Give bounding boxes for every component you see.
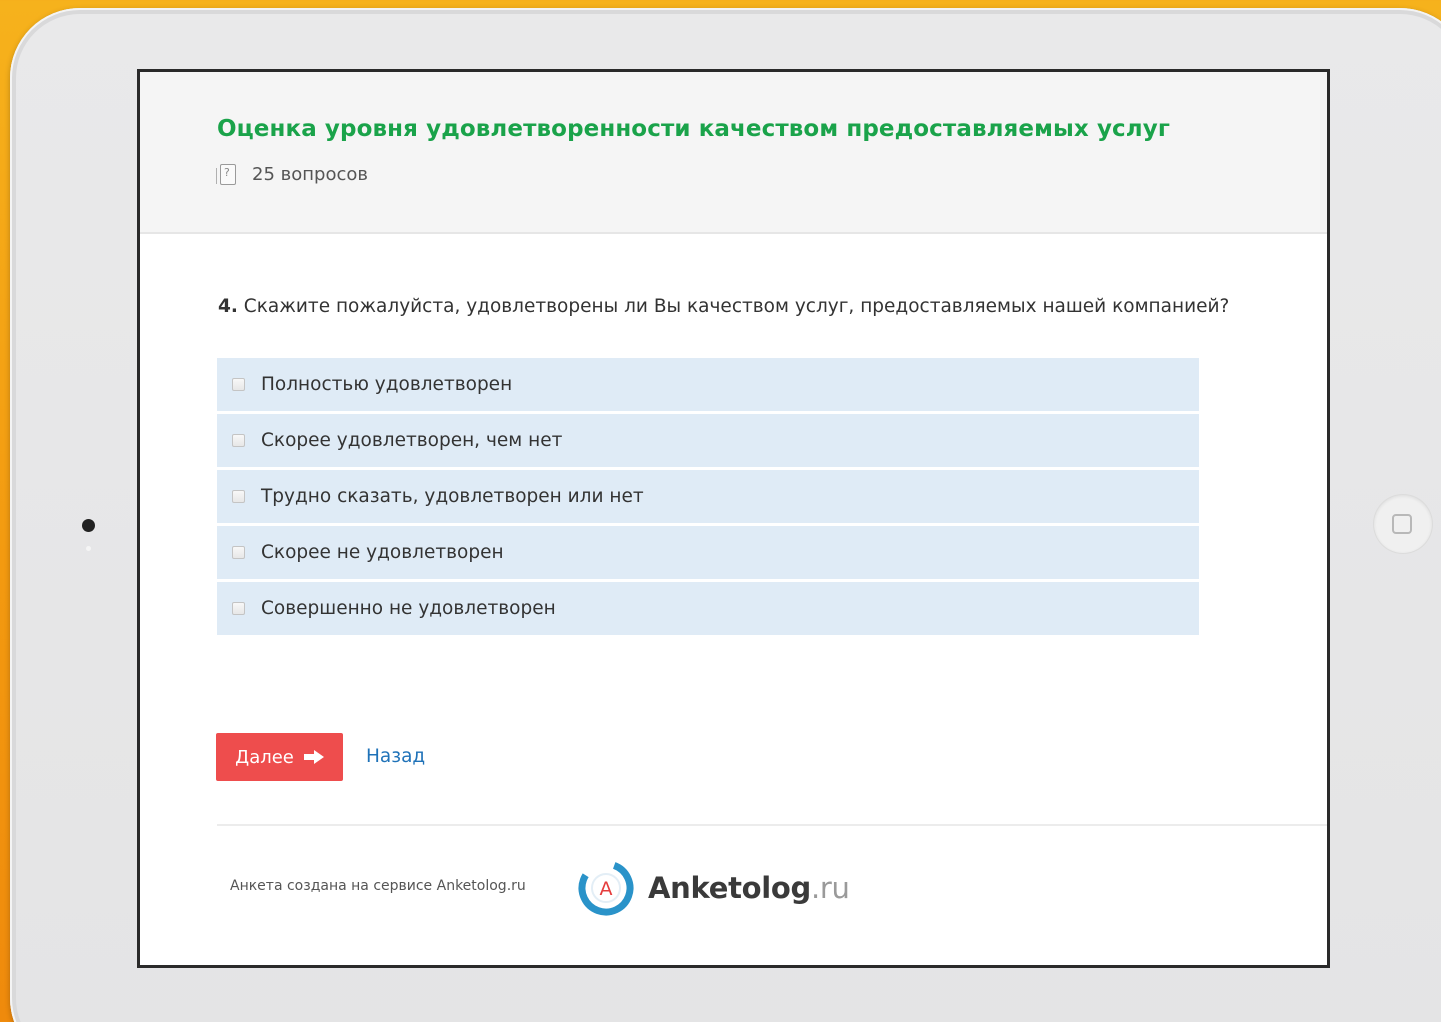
anketolog-logo-icon: A <box>578 860 634 916</box>
answer-checkbox[interactable] <box>232 434 245 447</box>
answer-option[interactable]: Совершенно не удовлетворен <box>217 582 1199 635</box>
answer-option[interactable]: Полностью удовлетворен <box>217 358 1199 411</box>
question-count-label: 25 вопросов <box>252 164 368 185</box>
answer-option[interactable]: Скорее удовлетворен, чем нет <box>217 414 1199 467</box>
answer-option[interactable]: Трудно сказать, удовлетворен или нет <box>217 470 1199 523</box>
answer-checkbox[interactable] <box>232 546 245 559</box>
sensor-dot <box>86 546 91 551</box>
home-button[interactable] <box>1374 495 1432 553</box>
question-document-icon <box>216 164 236 185</box>
answer-label: Полностью удовлетворен <box>261 374 513 395</box>
footer-credit: Анкета создана на сервисе Anketolog.ru <box>230 878 526 894</box>
survey-header: Оценка уровня удовлетворенности качество… <box>140 72 1327 234</box>
logo-name: Anketolog <box>648 871 811 905</box>
answer-option[interactable]: Скорее не удовлетворен <box>217 526 1199 579</box>
answer-label: Скорее не удовлетворен <box>261 542 504 563</box>
next-button-label: Далее <box>235 746 294 768</box>
answer-checkbox[interactable] <box>232 378 245 391</box>
back-link[interactable]: Назад <box>366 746 425 767</box>
survey-screen: Оценка уровня удовлетворенности качество… <box>137 69 1330 968</box>
answer-options: Полностью удовлетворен Скорее удовлетвор… <box>217 358 1199 638</box>
answer-label: Совершенно не удовлетворен <box>261 598 556 619</box>
next-button[interactable]: Далее <box>216 733 343 781</box>
arrow-right-icon <box>303 750 324 764</box>
survey-title: Оценка уровня удовлетворенности качество… <box>217 116 1170 142</box>
question-text: 4. Скажите пожалуйста, удовлетворены ли … <box>218 296 1229 317</box>
logo-tld: .ru <box>810 871 850 905</box>
answer-label: Трудно сказать, удовлетворен или нет <box>261 486 644 507</box>
footer-divider <box>217 824 1327 826</box>
home-square-icon <box>1392 514 1412 534</box>
question-number: 4. <box>218 296 238 317</box>
question-label: Скажите пожалуйста, удовлетворены ли Вы … <box>243 296 1230 317</box>
question-count: 25 вопросов <box>216 164 368 185</box>
answer-checkbox[interactable] <box>232 490 245 503</box>
camera-icon <box>82 519 95 532</box>
logo-wordmark: Anketolog.ru <box>648 871 850 905</box>
logo-letter: A <box>600 878 613 900</box>
answer-label: Скорее удовлетворен, чем нет <box>261 430 563 451</box>
anketolog-logo-link[interactable]: A Anketolog.ru <box>578 860 850 916</box>
answer-checkbox[interactable] <box>232 602 245 615</box>
